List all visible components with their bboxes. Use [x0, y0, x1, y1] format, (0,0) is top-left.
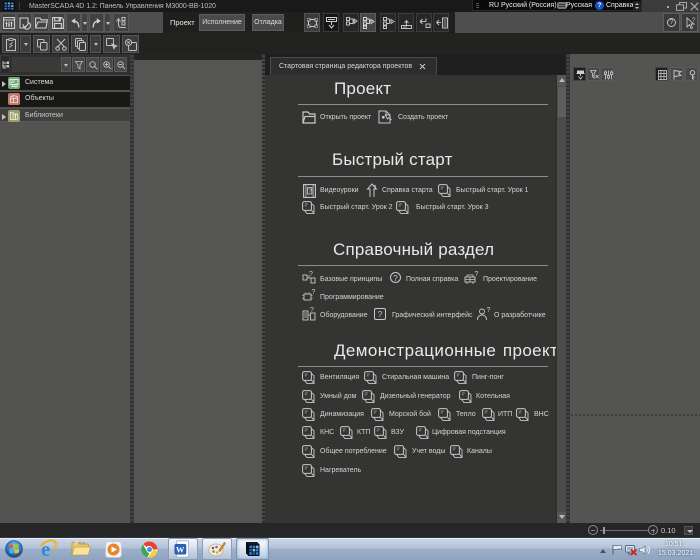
- svg-text:?: ?: [308, 188, 312, 195]
- svg-text:?: ?: [373, 185, 377, 192]
- svg-text:?: ?: [309, 271, 313, 278]
- svg-text:?: ?: [312, 289, 316, 296]
- svg-text:?: ?: [692, 18, 696, 24]
- svg-text:?: ?: [475, 271, 479, 278]
- svg-text:?: ?: [487, 307, 491, 314]
- svg-text:?: ?: [310, 307, 314, 314]
- svg-text:W: W: [176, 544, 185, 554]
